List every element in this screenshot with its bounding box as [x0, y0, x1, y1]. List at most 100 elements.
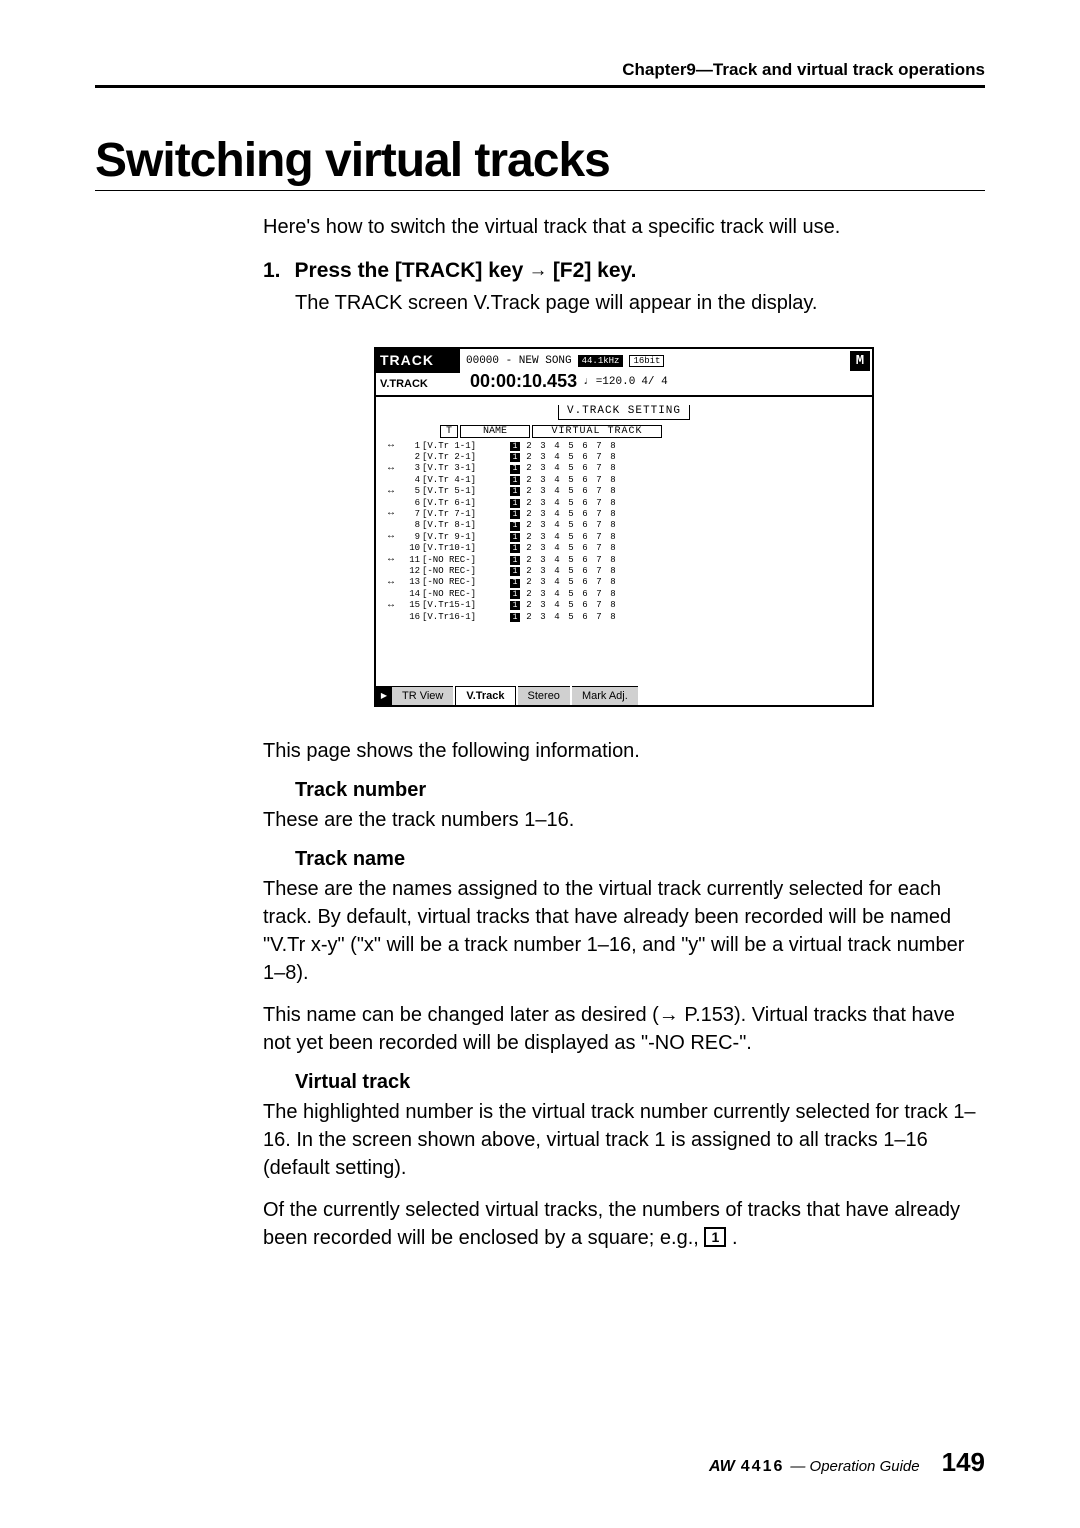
track-index: 15 [400, 600, 422, 611]
pair-icon: ↔ [382, 531, 400, 543]
track-name: [-NO REC-] [422, 577, 508, 588]
vt-cell: 6 [578, 566, 592, 577]
vt-cell: 1 [508, 600, 522, 611]
vt-cell: 4 [550, 509, 564, 520]
vt-cell: 1 [508, 509, 522, 520]
vt-cell: 3 [536, 486, 550, 497]
vt-cell: 8 [606, 452, 620, 463]
vt-cell: 8 [606, 441, 620, 452]
track-name: [V.Tr 8-1] [422, 520, 508, 531]
vt-cell: 8 [606, 543, 620, 554]
track-row: ↔11[-NO REC-]12345678 [382, 554, 866, 566]
vt-cell: 8 [606, 498, 620, 509]
play-icon: ▶ [376, 686, 392, 705]
vt-cell: 4 [550, 589, 564, 600]
vt-cell: 2 [522, 441, 536, 452]
vt-cell: 4 [550, 452, 564, 463]
vt-cell: 2 [522, 520, 536, 531]
lcd-tab-vtrack: V.TRACK [376, 372, 460, 395]
vt-cell: 3 [536, 589, 550, 600]
vt-cell: 6 [578, 600, 592, 611]
vt-cell: 1 [508, 566, 522, 577]
vt-cell: 5 [564, 543, 578, 554]
track-row: 4[V.Tr 4-1]12345678 [382, 475, 866, 486]
vt-selected: 1 [510, 544, 520, 553]
lcd-bottom-tabs: ▶ TR View V.Track Stereo Mark Adj. [376, 686, 872, 705]
vt-cell: 5 [564, 566, 578, 577]
vt-cell: 4 [550, 486, 564, 497]
vt-cell: 2 [522, 532, 536, 543]
vt-text-a: Of the currently selected virtual tracks… [263, 1199, 960, 1249]
vt-selected: 1 [510, 579, 520, 588]
vt-cell: 3 [536, 577, 550, 588]
track-row: ↔5[V.Tr 5-1]12345678 [382, 486, 866, 498]
vt-cell: 4 [550, 577, 564, 588]
arrow-right-icon: → [523, 260, 553, 281]
vt-cell: 8 [606, 555, 620, 566]
step-heading: 1. Press the [TRACK] key → [F2] key. [263, 259, 985, 283]
track-row: ↔9[V.Tr 9-1]12345678 [382, 531, 866, 543]
m-icon: M [850, 351, 870, 371]
rule-thick [95, 85, 985, 88]
vt-cell: 8 [606, 509, 620, 520]
vt-cell: 8 [606, 589, 620, 600]
vt-cell: 8 [606, 600, 620, 611]
vt-cell: 7 [592, 612, 606, 623]
vt-cell: 4 [550, 600, 564, 611]
vt-cell: 6 [578, 577, 592, 588]
label-virtual-track: Virtual track [295, 1071, 985, 1094]
label-track-name: Track name [295, 848, 985, 871]
vt-cell: 8 [606, 612, 620, 623]
vt-cell: 7 [592, 498, 606, 509]
vt-cell: 4 [550, 475, 564, 486]
text-track-name-2: This name can be changed later as desire… [263, 1001, 985, 1057]
track-rows: ↔1[V.Tr 1-1]123456782[V.Tr 2-1]12345678↔… [382, 440, 866, 622]
vt-selected: 1 [510, 567, 520, 576]
timecode: 00:00:10.453 [466, 371, 577, 392]
vt-cell: 8 [606, 486, 620, 497]
track-row: 10[V.Tr10-1]12345678 [382, 543, 866, 554]
step-text-a: Press the [TRACK] key [295, 259, 524, 282]
vt-cell: 2 [522, 612, 536, 623]
vt-cell: 4 [550, 555, 564, 566]
intro-text: Here's how to switch the virtual track t… [263, 213, 985, 241]
vt-cell: 7 [592, 475, 606, 486]
vt-cell: 6 [578, 589, 592, 600]
track-index: 3 [400, 463, 422, 474]
vt-cell: 7 [592, 441, 606, 452]
vt-cell: 4 [550, 498, 564, 509]
vt-cell: 3 [536, 498, 550, 509]
vt-cell: 2 [522, 600, 536, 611]
vt-cell: 1 [508, 463, 522, 474]
track-index: 4 [400, 475, 422, 486]
vt-cell: 5 [564, 498, 578, 509]
track-name: [V.Tr 9-1] [422, 532, 508, 543]
vt-cell: 8 [606, 520, 620, 531]
vt-cell: 7 [592, 566, 606, 577]
vt-cell: 6 [578, 543, 592, 554]
vt-cell: 7 [592, 555, 606, 566]
track-index: 7 [400, 509, 422, 520]
lcd-info-row2: 00:00:10.453 ♩=120.0 4/ 4 [466, 371, 842, 392]
vt-cell: 3 [536, 600, 550, 611]
step-text-b: [F2] key. [553, 259, 637, 282]
vt-text-b: . [726, 1227, 737, 1249]
text-virtual-track-1: The highlighted number is the virtual tr… [263, 1098, 985, 1182]
track-name: [-NO REC-] [422, 566, 508, 577]
vt-cell: 1 [508, 452, 522, 463]
track-row: ↔1[V.Tr 1-1]12345678 [382, 440, 866, 452]
sample-rate-badge: 44.1kHz [578, 355, 624, 367]
guide-label: — Operation Guide [790, 1458, 919, 1475]
vt-cell: 6 [578, 441, 592, 452]
vt-cell: 8 [606, 463, 620, 474]
grid-header: T NAME VIRTUAL TRACK [440, 425, 866, 438]
col-virtual-track: VIRTUAL TRACK [532, 425, 662, 438]
vt-cell: 2 [522, 566, 536, 577]
track-row: ↔3[V.Tr 3-1]12345678 [382, 463, 866, 475]
vt-selected: 1 [510, 533, 520, 542]
vt-cell: 4 [550, 520, 564, 531]
track-index: 8 [400, 520, 422, 531]
track-index: 5 [400, 486, 422, 497]
vt-cell: 4 [550, 532, 564, 543]
vt-cell: 1 [508, 577, 522, 588]
